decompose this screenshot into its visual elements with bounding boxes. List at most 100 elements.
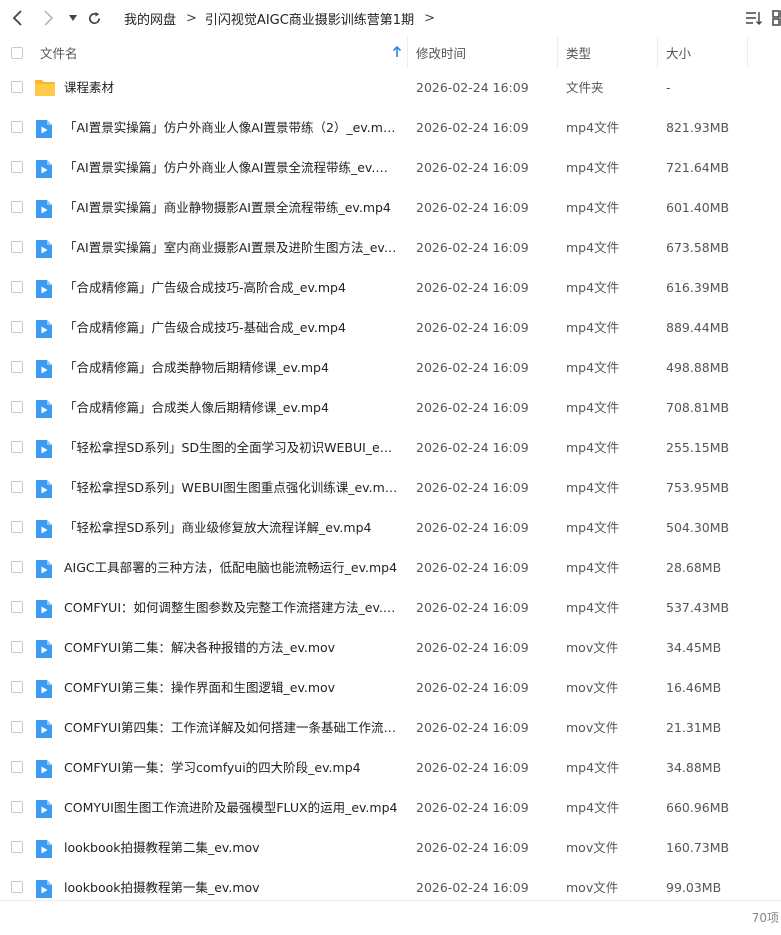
file-type: mp4文件: [566, 240, 620, 255]
file-row[interactable]: COMFYUI第三集：操作界面和生图逻辑_ev.mov 2026-02-24 16…: [0, 668, 781, 708]
video-icon: [35, 159, 53, 182]
file-type: mp4文件: [566, 600, 620, 615]
file-modified: 2026-02-24 16:09: [416, 800, 529, 815]
row-checkbox[interactable]: [11, 601, 23, 613]
file-row[interactable]: lookbook拍摄教程第二集_ev.mov 2026-02-24 16:09 mo…: [0, 828, 781, 868]
video-icon: [35, 679, 53, 702]
file-row[interactable]: AIGC工具部署的三种方法，低配电脑也能流畅运行_ev.mp4 2026-02-2…: [0, 548, 781, 588]
file-modified: 2026-02-24 16:09: [416, 400, 529, 415]
file-type: mp4文件: [566, 360, 620, 375]
video-icon: [35, 399, 53, 422]
file-name: 「合成精修篇」合成类人像后期精修课_ev.mp4: [64, 400, 329, 415]
file-row[interactable]: COMFYUI：如何调整生图参数及完整工作流搭建方法_ev.mp4 2026-02…: [0, 588, 781, 628]
file-type: mp4文件: [566, 120, 620, 135]
row-checkbox[interactable]: [11, 481, 23, 493]
file-name: COMFYUI：如何调整生图参数及完整工作流搭建方法_ev.mp4: [64, 600, 398, 615]
file-size: 16.46MB: [666, 680, 722, 695]
row-checkbox[interactable]: [11, 321, 23, 333]
column-divider[interactable]: [557, 37, 558, 68]
file-size: 28.68MB: [666, 560, 722, 575]
file-size: 708.81MB: [666, 400, 730, 415]
file-row[interactable]: lookbook拍摄教程第一集_ev.mov 2026-02-24 16:09 mo…: [0, 868, 781, 900]
row-checkbox[interactable]: [11, 801, 23, 813]
file-name: 「轻松拿捏SD系列」SD生图的全面学习及初识WEBUI_ev.mp4: [64, 440, 398, 455]
file-row[interactable]: 「合成精修篇」广告级合成技巧-基础合成_ev.mp4 2026-02-24 16:…: [0, 308, 781, 348]
refresh-button[interactable]: [84, 8, 104, 28]
file-type: mp4文件: [566, 400, 620, 415]
folder-icon: [35, 79, 55, 100]
sort-button[interactable]: [745, 9, 763, 27]
refresh-icon: [88, 11, 100, 24]
file-size: 99.03MB: [666, 880, 722, 895]
file-modified: 2026-02-24 16:09: [416, 520, 529, 535]
column-header: 文件名 修改时间 类型 大小: [0, 37, 781, 68]
row-checkbox[interactable]: [11, 681, 23, 693]
row-checkbox[interactable]: [11, 401, 23, 413]
row-checkbox[interactable]: [11, 361, 23, 373]
file-size: 34.45MB: [666, 640, 722, 655]
file-type: mp4文件: [566, 320, 620, 335]
breadcrumb-current[interactable]: 引闪视觉AIGC商业摄影训练营第1期: [205, 9, 414, 28]
arrow-up-icon: [392, 46, 402, 57]
file-row[interactable]: COMFYUI第二集：解决各种报错的方法_ev.mov 2026-02-24 16…: [0, 628, 781, 668]
file-row[interactable]: 「合成精修篇」合成类静物后期精修课_ev.mp4 2026-02-24 16:09…: [0, 348, 781, 388]
view-toggle-button[interactable]: [772, 9, 781, 27]
file-row[interactable]: 「轻松拿捏SD系列」商业级修复放大流程详解_ev.mp4 2026-02-24 1…: [0, 508, 781, 548]
video-icon: [35, 319, 53, 342]
file-row[interactable]: 「AI置景实操篇」仿户外商业人像AI置景带练（2）_ev.mp4 2026-02-…: [0, 108, 781, 148]
file-row[interactable]: COMFYUI第四集：工作流详解及如何搭建一条基础工作流_ev.mov 2026-…: [0, 708, 781, 748]
file-name: lookbook拍摄教程第二集_ev.mov: [64, 840, 260, 855]
row-checkbox[interactable]: [11, 241, 23, 253]
row-checkbox[interactable]: [11, 881, 23, 893]
row-checkbox[interactable]: [11, 841, 23, 853]
row-checkbox[interactable]: [11, 761, 23, 773]
file-type: mp4文件: [566, 280, 620, 295]
column-divider[interactable]: [657, 37, 658, 68]
row-checkbox[interactable]: [11, 201, 23, 213]
file-size: 34.88MB: [666, 760, 722, 775]
breadcrumb: 我的网盘 > 引闪视觉AIGC商业摄影训练营第1期 >: [124, 0, 443, 36]
row-checkbox[interactable]: [11, 441, 23, 453]
breadcrumb-root[interactable]: 我的网盘: [124, 9, 176, 28]
file-row[interactable]: 「AI置景实操篇」室内商业摄影AI置景及进阶生图方法_ev.mp4 2026-02…: [0, 228, 781, 268]
file-size: 821.93MB: [666, 120, 730, 135]
file-row[interactable]: 「轻松拿捏SD系列」SD生图的全面学习及初识WEBUI_ev.mp4 2026-0…: [0, 428, 781, 468]
row-checkbox[interactable]: [11, 561, 23, 573]
column-type[interactable]: 类型: [566, 37, 656, 68]
row-checkbox[interactable]: [11, 161, 23, 173]
file-name: COMFYUI第三集：操作界面和生图逻辑_ev.mov: [64, 680, 336, 695]
history-dropdown[interactable]: [63, 8, 83, 28]
file-row[interactable]: COMFYUI第一集：学习comfyui的四大阶段_ev.mp4 2026-02-…: [0, 748, 781, 788]
row-checkbox[interactable]: [11, 81, 23, 93]
row-checkbox[interactable]: [11, 721, 23, 733]
file-row[interactable]: 「合成精修篇」广告级合成技巧-高阶合成_ev.mp4 2026-02-24 16:…: [0, 268, 781, 308]
column-modified-label: 修改时间: [416, 46, 467, 61]
column-size[interactable]: 大小: [666, 37, 746, 68]
back-button[interactable]: [8, 8, 28, 28]
file-row[interactable]: 「AI置景实操篇」商业静物摄影AI置景全流程带练_ev.mp4 2026-02-2…: [0, 188, 781, 228]
file-row[interactable]: COMYUI图生图工作流进阶及最强模型FLUX的运用_ev.mp4 2026-02…: [0, 788, 781, 828]
column-divider[interactable]: [407, 37, 408, 68]
row-checkbox[interactable]: [11, 521, 23, 533]
file-row[interactable]: 「AI置景实操篇」仿户外商业人像AI置景全流程带练_ev.mp4 2026-02-…: [0, 148, 781, 188]
column-name[interactable]: 文件名: [40, 37, 400, 68]
column-divider[interactable]: [747, 37, 748, 68]
select-all-checkbox[interactable]: [11, 47, 23, 59]
file-name: 「合成精修篇」合成类静物后期精修课_ev.mp4: [64, 360, 329, 375]
file-name: 「轻松拿捏SD系列」WEBUI图生图重点强化训练课_ev.mp4: [64, 480, 398, 495]
file-list: 课程素材 2026-02-24 16:09 文件夹 - 「AI置景实操篇」仿户外商业人像…: [0, 68, 781, 900]
forward-button[interactable]: [38, 8, 58, 28]
file-row[interactable]: 「轻松拿捏SD系列」WEBUI图生图重点强化训练课_ev.mp4 2026-02-…: [0, 468, 781, 508]
file-type: mov文件: [566, 680, 619, 695]
file-type: mov文件: [566, 720, 619, 735]
file-type: mp4文件: [566, 560, 620, 575]
breadcrumb-separator[interactable]: >: [424, 11, 435, 26]
row-checkbox[interactable]: [11, 641, 23, 653]
file-type: mp4文件: [566, 440, 620, 455]
column-modified[interactable]: 修改时间: [416, 37, 556, 68]
file-row[interactable]: 课程素材 2026-02-24 16:09 文件夹 -: [0, 68, 781, 108]
file-name: lookbook拍摄教程第一集_ev.mov: [64, 880, 260, 895]
row-checkbox[interactable]: [11, 281, 23, 293]
row-checkbox[interactable]: [11, 121, 23, 133]
file-row[interactable]: 「合成精修篇」合成类人像后期精修课_ev.mp4 2026-02-24 16:09…: [0, 388, 781, 428]
